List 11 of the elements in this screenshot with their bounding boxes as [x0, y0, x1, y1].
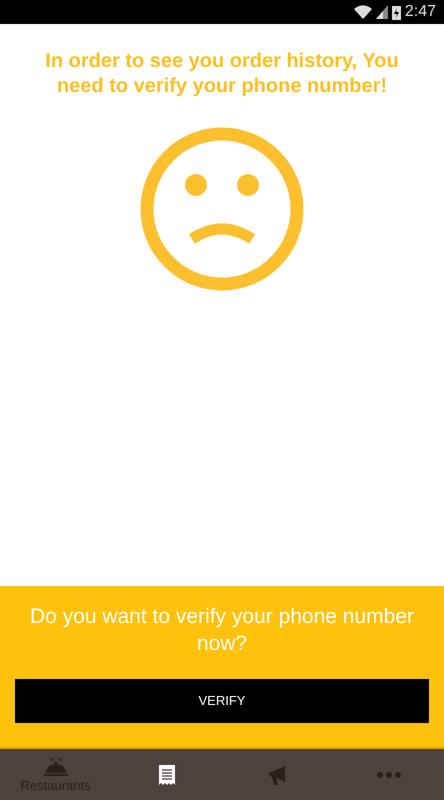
- wifi-icon: [354, 5, 372, 19]
- verification-message: In order to see you order history, You need to verify your phone number!: [44, 49, 400, 99]
- service-bell-icon: [42, 756, 68, 776]
- battery-icon: [392, 4, 401, 20]
- verify-button[interactable]: VERIFY: [15, 679, 429, 723]
- verify-question: Do you want to verify your phone number now?: [28, 604, 416, 657]
- receipt-icon: [158, 764, 174, 784]
- sad-face-icon: [140, 127, 304, 291]
- more-icon: [376, 772, 400, 778]
- status-time: 2:47: [404, 2, 436, 22]
- signal-icon: [376, 5, 388, 19]
